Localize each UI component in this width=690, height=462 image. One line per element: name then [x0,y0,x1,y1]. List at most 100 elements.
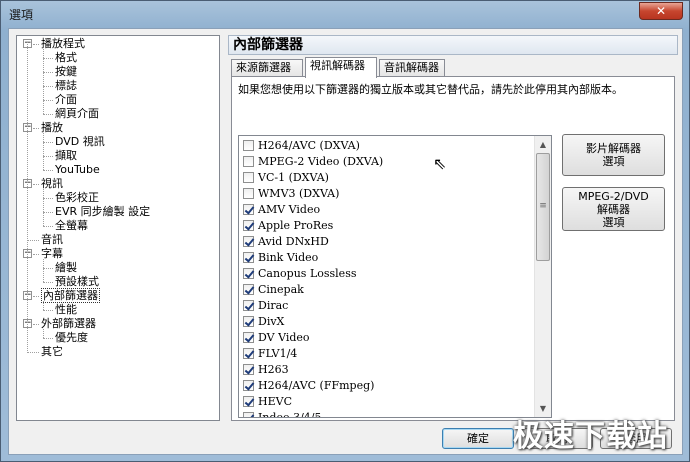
tree-connector [43,156,53,157]
filter-item[interactable]: DivX [243,314,284,330]
filter-checkbox[interactable] [243,380,254,391]
panel-title: 內部篩選器 [228,35,678,55]
tree-item-label: 外部篩選器 [41,317,96,330]
tree-item[interactable]: 按鍵 [55,65,77,79]
tree-connector [43,72,53,73]
tree-item[interactable]: 內部篩選器 [41,288,100,303]
tab-audio-decoders[interactable]: 音訊解碼器 [379,59,445,77]
tree-item-label: 格式 [55,51,77,64]
tree-item[interactable]: 優先度 [55,331,88,345]
filter-checkbox[interactable] [243,220,254,231]
tree-item[interactable]: 字幕 [41,247,63,261]
filter-item[interactable]: Bink Video [243,250,318,266]
close-button[interactable]: ✕ [639,2,683,20]
filter-checkbox[interactable] [243,268,254,279]
tree-item[interactable]: 預設樣式 [55,275,99,289]
tree-item[interactable]: 繪製 [55,261,77,275]
filter-item[interactable]: VC-1 (DXVA) [243,170,329,186]
tree-item[interactable]: 格式 [55,51,77,65]
filter-checkbox[interactable] [243,284,254,295]
filter-checkbox[interactable] [243,332,254,343]
tree-item[interactable]: 視訊 [41,177,63,191]
tree-item[interactable]: 擷取 [55,149,77,163]
tab-content-video-decoders: 如果您想使用以下篩選器的獨立版本或其它替代品，請先於此停用其內部版本。 H264… [231,76,675,421]
filter-item[interactable]: Dirac [243,298,288,314]
filter-checkbox[interactable] [243,300,254,311]
filter-checkbox[interactable] [243,316,254,327]
tab-video-decoders[interactable]: 視訊解碼器 [305,57,377,78]
tree-item[interactable]: 性能 [55,303,77,317]
filter-label: AMV Video [258,203,321,216]
ok-button[interactable]: 確定 [442,428,514,449]
tree-item[interactable]: 音訊 [41,233,63,247]
filter-item[interactable]: Cinepak [243,282,304,298]
tree-item[interactable]: DVD 視訊 [55,135,105,149]
tree-item-label: DVD 視訊 [55,135,105,148]
filter-list[interactable]: H264/AVC (DXVA) MPEG-2 Video (DXVA) VC-1 (… [238,135,552,418]
tree-connector [43,301,44,310]
title-bar[interactable]: 選項 ✕ [1,1,689,27]
tree-item[interactable]: 播放 [41,121,63,135]
filter-item[interactable]: FLV1/4 [243,346,297,362]
scroll-up-arrow-icon[interactable]: ▲ [535,136,551,153]
filter-item[interactable]: Indeo 3/4/5 [243,410,322,417]
filter-checkbox[interactable] [243,140,254,151]
filter-checkbox[interactable] [243,252,254,263]
filter-checkbox[interactable] [243,172,254,183]
tree-connector [43,86,53,87]
filter-item[interactable]: HEVC [243,394,292,410]
filter-label: DivX [258,315,285,328]
tab-source-filters[interactable]: 來源篩選器 [231,59,303,77]
filter-item[interactable]: H264/AVC (DXVA) [243,138,360,154]
filter-checkbox[interactable] [243,188,254,199]
tree-item[interactable]: YouTube [55,163,100,177]
description-text: 如果您想使用以下篩選器的獨立版本或其它替代品，請先於此停用其內部版本。 [238,83,623,96]
filter-label: H263 [258,363,289,376]
filter-item[interactable]: H264/AVC (FFmpeg) [243,378,374,394]
tree-item[interactable]: 網頁介面 [55,107,99,121]
filter-item[interactable]: H263 [243,362,289,378]
tree-connector [43,212,53,213]
mpeg2-decoder-options-button[interactable]: MPEG-2/DVD 解碼器 選項 [562,187,665,231]
filter-item[interactable]: Avid DNxHD [243,234,329,250]
filter-item[interactable]: Apple ProRes [243,218,333,234]
dialog-client-area: − 播放程式 格式 按鍵 標誌 介面 網頁介面 − 播放 DVD 視訊 擷取 YouTube − 視訊 色彩… [8,28,683,455]
filter-item[interactable]: DV Video [243,330,310,346]
filter-checkbox[interactable] [243,236,254,247]
filter-checkbox[interactable] [243,364,254,375]
options-tree[interactable]: − 播放程式 格式 按鍵 標誌 介面 網頁介面 − 播放 DVD 視訊 擷取 YouTube − 視訊 色彩… [16,35,220,421]
tree-item[interactable]: 色彩校正 [55,191,99,205]
tree-item[interactable]: 播放程式 [41,37,85,51]
tree-connector [33,296,39,297]
tree-item-label: 預設樣式 [55,275,99,288]
tree-item[interactable]: 標誌 [55,79,77,93]
tree-item[interactable]: 介面 [55,93,77,107]
tree-connector [43,189,44,226]
tree-connector [33,128,39,129]
filter-label: VC-1 (DXVA) [258,171,329,184]
filter-checkbox[interactable] [243,412,254,417]
tree-item[interactable]: 外部篩選器 [41,317,96,331]
scrollbar-thumb[interactable]: ≡ [536,153,550,261]
filter-item[interactable]: WMV3 (DXVA) [243,186,339,202]
filter-checkbox[interactable] [243,348,254,359]
tree-connector [27,42,28,353]
filter-item[interactable]: Canopus Lossless [243,266,356,282]
filter-item[interactable]: MPEG-2 Video (DXVA) [243,154,383,170]
tree-item[interactable]: 其它 [41,345,63,359]
vertical-scrollbar[interactable]: ▲ ≡ ▼ [534,136,551,417]
tree-item-label: YouTube [55,163,100,176]
tree-item-label: 擷取 [55,149,77,162]
filter-checkbox[interactable] [243,156,254,167]
filter-item[interactable]: AMV Video [243,202,320,218]
filter-checkbox[interactable] [243,204,254,215]
video-decoder-options-button[interactable]: 影片解碼器 選項 [562,134,665,176]
tree-connector [43,198,53,199]
tree-item-label: 性能 [55,303,77,316]
tree-item[interactable]: 全螢幕 [55,219,88,233]
tree-item-label: 播放程式 [41,37,85,50]
settings-panel: 內部篩選器 來源篩選器 視訊解碼器 音訊解碼器 如果您想使用以下篩選器的獨立版本… [228,35,678,421]
filter-checkbox[interactable] [243,396,254,407]
tree-item-label: 標誌 [55,79,77,92]
tree-item[interactable]: EVR 同步繪製 設定 [55,205,150,219]
